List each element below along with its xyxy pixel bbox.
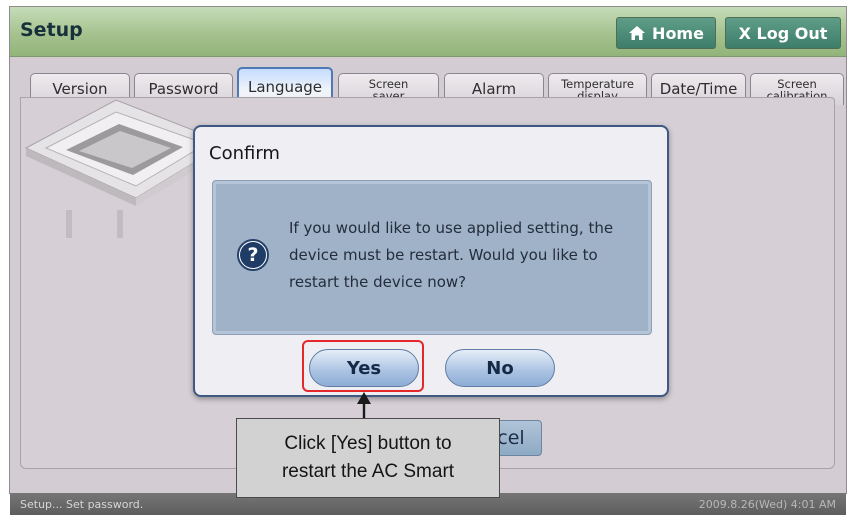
confirm-dialog: Confirm ? If you would like to use appli… [193, 125, 669, 397]
question-icon: ? [237, 239, 269, 271]
no-button[interactable]: No [445, 349, 555, 387]
status-datetime: 2009.8.26(Wed) 4:01 AM [698, 497, 836, 511]
home-icon [628, 25, 646, 41]
title-bar: Setup Home X Log Out [10, 7, 846, 57]
home-button-label: Home [652, 23, 704, 43]
instruction-callout: Click [Yes] button to restart the AC Sma… [236, 418, 500, 498]
dialog-title: Confirm [209, 143, 280, 164]
logout-button[interactable]: X Log Out [725, 17, 841, 49]
dialog-message: If you would like to use applied setting… [289, 219, 614, 291]
yes-button-highlight [302, 340, 424, 392]
callout-arrow-icon [357, 392, 371, 420]
home-button[interactable]: Home [616, 17, 716, 49]
dialog-message-box: ? If you would like to use applied setti… [212, 180, 652, 335]
page-title: Setup [20, 19, 83, 41]
status-message: Setup... Set password. [20, 497, 144, 511]
